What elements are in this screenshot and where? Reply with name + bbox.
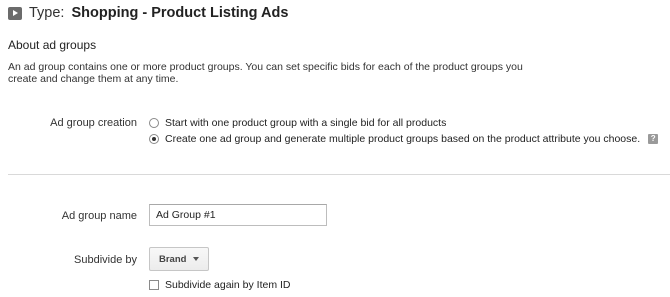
section-description: An ad group contains one or more product… — [8, 61, 523, 85]
ad-group-name-input[interactable] — [149, 204, 327, 226]
radio-button-single-group[interactable] — [149, 118, 159, 128]
type-label: Type: — [29, 5, 65, 21]
subdivide-again-label: Subdivide again by Item ID — [165, 279, 291, 291]
section-divider — [8, 174, 670, 175]
chevron-down-icon — [193, 257, 200, 261]
radio-option-single-group[interactable]: Start with one product group with a sing… — [149, 117, 446, 129]
radio-label-single-group: Start with one product group with a sing… — [165, 117, 447, 129]
page-header: Type: Shopping - Product Listing Ads — [8, 3, 288, 23]
subdivide-by-label: Subdivide by — [74, 254, 137, 266]
help-icon[interactable]: ? — [648, 134, 659, 144]
radio-button-multiple-groups[interactable] — [149, 134, 159, 144]
ad-group-name-label: Ad group name — [61, 210, 137, 222]
radio-label-multiple-groups: Create one ad group and generate multipl… — [165, 133, 641, 145]
subdivide-again-checkbox[interactable] — [149, 280, 159, 290]
play-square-icon — [8, 6, 22, 20]
subdivide-again-option[interactable]: Subdivide again by Item ID — [149, 279, 291, 291]
section-title: About ad groups — [8, 38, 97, 52]
radio-option-multiple-groups[interactable]: Create one ad group and generate multipl… — [149, 133, 659, 145]
subdivide-by-selected-value: Brand — [159, 253, 187, 265]
campaign-type-value: Shopping - Product Listing Ads — [71, 5, 289, 21]
ad-group-creation-label: Ad group creation — [50, 117, 137, 129]
subdivide-by-dropdown[interactable]: Brand — [149, 247, 210, 271]
